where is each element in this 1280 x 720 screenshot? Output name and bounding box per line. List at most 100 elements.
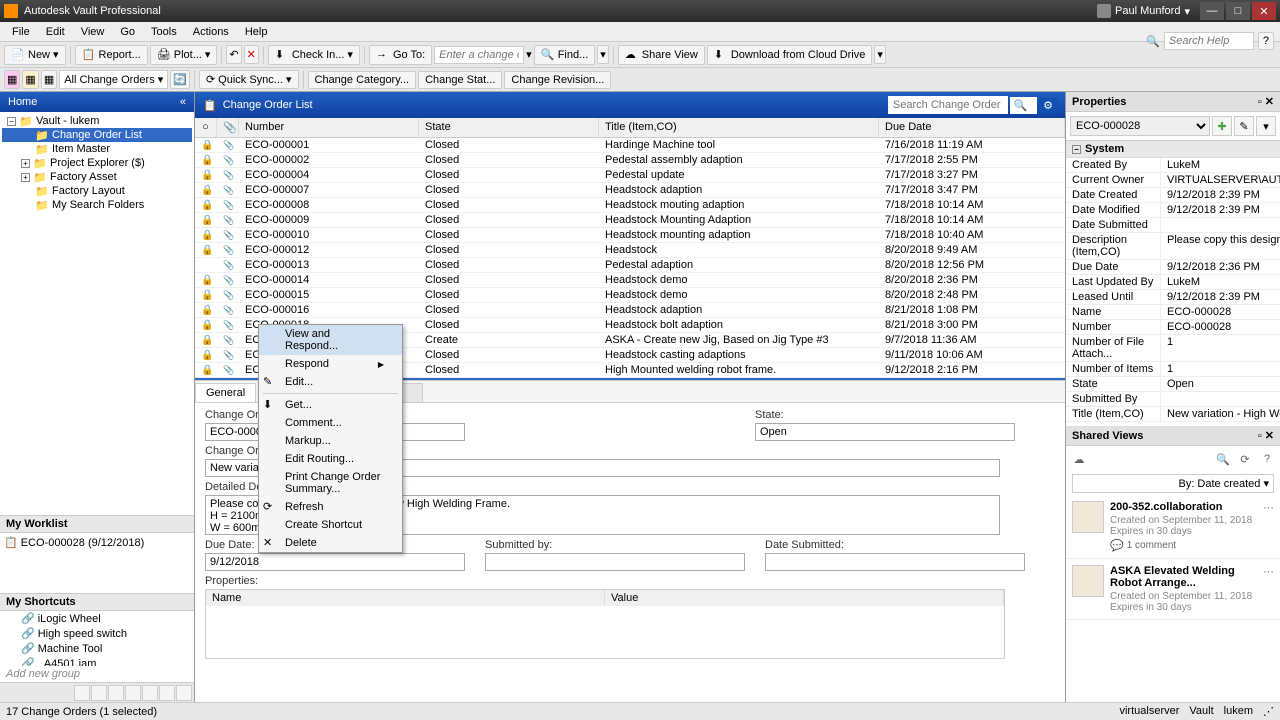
footer-btn[interactable] — [74, 685, 90, 701]
menu-view[interactable]: View — [73, 24, 113, 40]
prop-group-system[interactable]: −System — [1066, 141, 1280, 158]
quick-sync-button[interactable]: ⟳Quick Sync... ▾ — [199, 70, 299, 89]
context-menu-item[interactable]: Markup... — [259, 432, 402, 450]
home-header[interactable]: Home « — [0, 92, 194, 112]
prop-edit-button[interactable]: ✎ — [1234, 116, 1254, 136]
due-input[interactable] — [205, 553, 465, 571]
delete-button[interactable]: ✕ — [244, 45, 259, 64]
context-menu-item[interactable]: ✎Edit... — [259, 373, 402, 391]
grid-row[interactable]: 🔒📎ECO-000001ClosedHardinge Machine tool7… — [195, 138, 1065, 153]
prop-menu-button[interactable]: ▾ — [1256, 116, 1276, 136]
property-row[interactable]: Title (Item,CO)New variation - High Weld… — [1066, 407, 1280, 422]
grid-row[interactable]: 🔒📎ECO-000008ClosedHeadstock mouting adap… — [195, 198, 1065, 213]
context-menu-item[interactable]: Edit Routing... — [259, 450, 402, 468]
menu-actions[interactable]: Actions — [185, 24, 237, 40]
sv-sort-combo[interactable]: By: Date created ▾ — [1072, 474, 1274, 493]
tree-toggle[interactable]: + — [21, 173, 30, 182]
item-menu[interactable]: ⋯ — [1263, 501, 1274, 552]
property-row[interactable]: Created ByLukeM — [1066, 158, 1280, 173]
tree-item[interactable]: −📁Vault - lukem — [2, 114, 192, 128]
tree-item[interactable]: 📁My Search Folders — [2, 198, 192, 212]
menu-edit[interactable]: Edit — [38, 24, 73, 40]
footer-btn[interactable] — [142, 685, 158, 701]
property-row[interactable]: Date Submitted — [1066, 218, 1280, 233]
close-button[interactable]: ✕ — [1252, 2, 1276, 20]
panel-close[interactable]: ✕ — [1265, 96, 1274, 108]
panel-pin[interactable]: ▫ — [1258, 96, 1262, 108]
tab-general[interactable]: General — [195, 383, 256, 402]
menu-tools[interactable]: Tools — [143, 24, 185, 40]
list-search-input[interactable] — [888, 96, 1008, 114]
collapse-icon[interactable]: « — [180, 96, 186, 108]
search-dropdown[interactable]: 🔍▾ — [1010, 97, 1037, 114]
col-due[interactable]: Due Date — [879, 118, 1065, 137]
col-flag[interactable]: ○ — [195, 118, 217, 137]
col-number[interactable]: Number — [239, 118, 419, 137]
shortcuts-header[interactable]: My Shortcuts — [0, 593, 194, 611]
worklist-header[interactable]: My Worklist — [0, 515, 194, 533]
property-row[interactable]: Date Created9/12/2018 2:39 PM — [1066, 188, 1280, 203]
filter-combo[interactable]: All Change Orders▾ — [59, 70, 168, 89]
view-btn-2[interactable]: ▦ — [22, 70, 38, 89]
property-row[interactable]: Submitted By — [1066, 392, 1280, 407]
context-menu-item[interactable]: ⬇Get... — [259, 396, 402, 414]
tree-toggle[interactable]: + — [21, 159, 30, 168]
submitted-by-input[interactable] — [485, 553, 745, 571]
change-state-button[interactable]: Change Stat... — [418, 71, 502, 89]
tree-item[interactable]: +📁Project Explorer ($) — [2, 156, 192, 170]
col-attach[interactable]: 📎 — [217, 118, 239, 137]
col-title[interactable]: Title (Item,CO) — [599, 118, 879, 137]
change-category-button[interactable]: Change Category... — [308, 71, 417, 89]
grid-row[interactable]: 📎ECO-000013ClosedPedestal adaption8/20/2… — [195, 258, 1065, 273]
property-row[interactable]: NameECO-000028 — [1066, 305, 1280, 320]
shortcut-item[interactable]: 🔗_A4501.iam — [0, 656, 194, 666]
checkin-button[interactable]: ⬇Check In... ▾ — [268, 45, 360, 65]
share-view-button[interactable]: ☁Share View — [618, 45, 705, 65]
prop-add-button[interactable]: ✚ — [1212, 116, 1232, 136]
goto-button[interactable]: →Go To: — [369, 45, 432, 65]
nav-button[interactable]: ▾ — [597, 45, 609, 64]
grid-row[interactable]: 🔒📎ECO-000012ClosedHeadstock8/20/2018 9:4… — [195, 243, 1065, 258]
context-menu-item[interactable]: Respond▶ — [259, 355, 402, 373]
panel-pin[interactable]: ▫ — [1258, 430, 1262, 442]
property-row[interactable]: Leased Until9/12/2018 2:39 PM — [1066, 290, 1280, 305]
download-button[interactable]: ⬇Download from Cloud Drive — [707, 45, 873, 65]
footer-btn[interactable] — [176, 685, 192, 701]
context-menu-item[interactable]: Comment... — [259, 414, 402, 432]
shortcut-item[interactable]: 🔗iLogic Wheel — [0, 611, 194, 626]
grid-row[interactable]: 🔒📎ECO-000014ClosedHeadstock demo8/20/201… — [195, 273, 1065, 288]
context-menu-item[interactable]: ⟳Refresh — [259, 498, 402, 516]
menu-help[interactable]: Help — [237, 24, 276, 40]
cloud-menu[interactable]: ▾ — [874, 45, 886, 64]
plot-button[interactable]: 🖨Plot... ▾ — [150, 45, 218, 65]
footer-btn[interactable] — [159, 685, 175, 701]
prop-col-name[interactable]: Name — [206, 590, 605, 606]
search-options[interactable]: ⚙ — [1039, 98, 1057, 113]
view-btn-1[interactable]: ▦ — [4, 70, 20, 89]
state-input[interactable] — [755, 423, 1015, 441]
property-row[interactable]: Description (Item,CO)Please copy this de… — [1066, 233, 1280, 260]
property-row[interactable]: Number of Items1 — [1066, 362, 1280, 377]
refresh-btn[interactable]: 🔄 — [170, 70, 190, 89]
maximize-button[interactable]: □ — [1226, 2, 1250, 20]
item-menu[interactable]: ⋯ — [1263, 565, 1274, 613]
view-btn-3[interactable]: ▦ — [41, 70, 57, 89]
properties-selector[interactable]: ECO-000028 — [1070, 116, 1210, 136]
user-badge[interactable]: Paul Munford ▾ — [1097, 4, 1190, 18]
shortcut-item[interactable]: 🔗Machine Tool — [0, 641, 194, 656]
report-button[interactable]: 📋Report... — [75, 45, 148, 65]
shared-view-item[interactable]: 200-352.collaborationCreated on Septembe… — [1066, 495, 1280, 559]
grid-row[interactable]: 🔒📎ECO-000004ClosedPedestal update7/17/20… — [195, 168, 1065, 183]
tree-item[interactable]: 📁Change Order List — [2, 128, 192, 142]
help-search-input[interactable] — [1164, 32, 1254, 50]
property-row[interactable]: Date Modified9/12/2018 2:39 PM — [1066, 203, 1280, 218]
property-row[interactable]: Number of File Attach...1 — [1066, 335, 1280, 362]
property-row[interactable]: Last Updated ByLukeM — [1066, 275, 1280, 290]
sv-help-button[interactable]: ? — [1258, 450, 1276, 468]
property-row[interactable]: Current OwnerVIRTUALSERVER\AUTODES... — [1066, 173, 1280, 188]
help-info-button[interactable]: ? — [1258, 32, 1274, 50]
property-row[interactable]: NumberECO-000028 — [1066, 320, 1280, 335]
context-menu-item[interactable]: Create Shortcut — [259, 516, 402, 534]
col-state[interactable]: State — [419, 118, 599, 137]
change-revision-button[interactable]: Change Revision... — [504, 71, 611, 89]
